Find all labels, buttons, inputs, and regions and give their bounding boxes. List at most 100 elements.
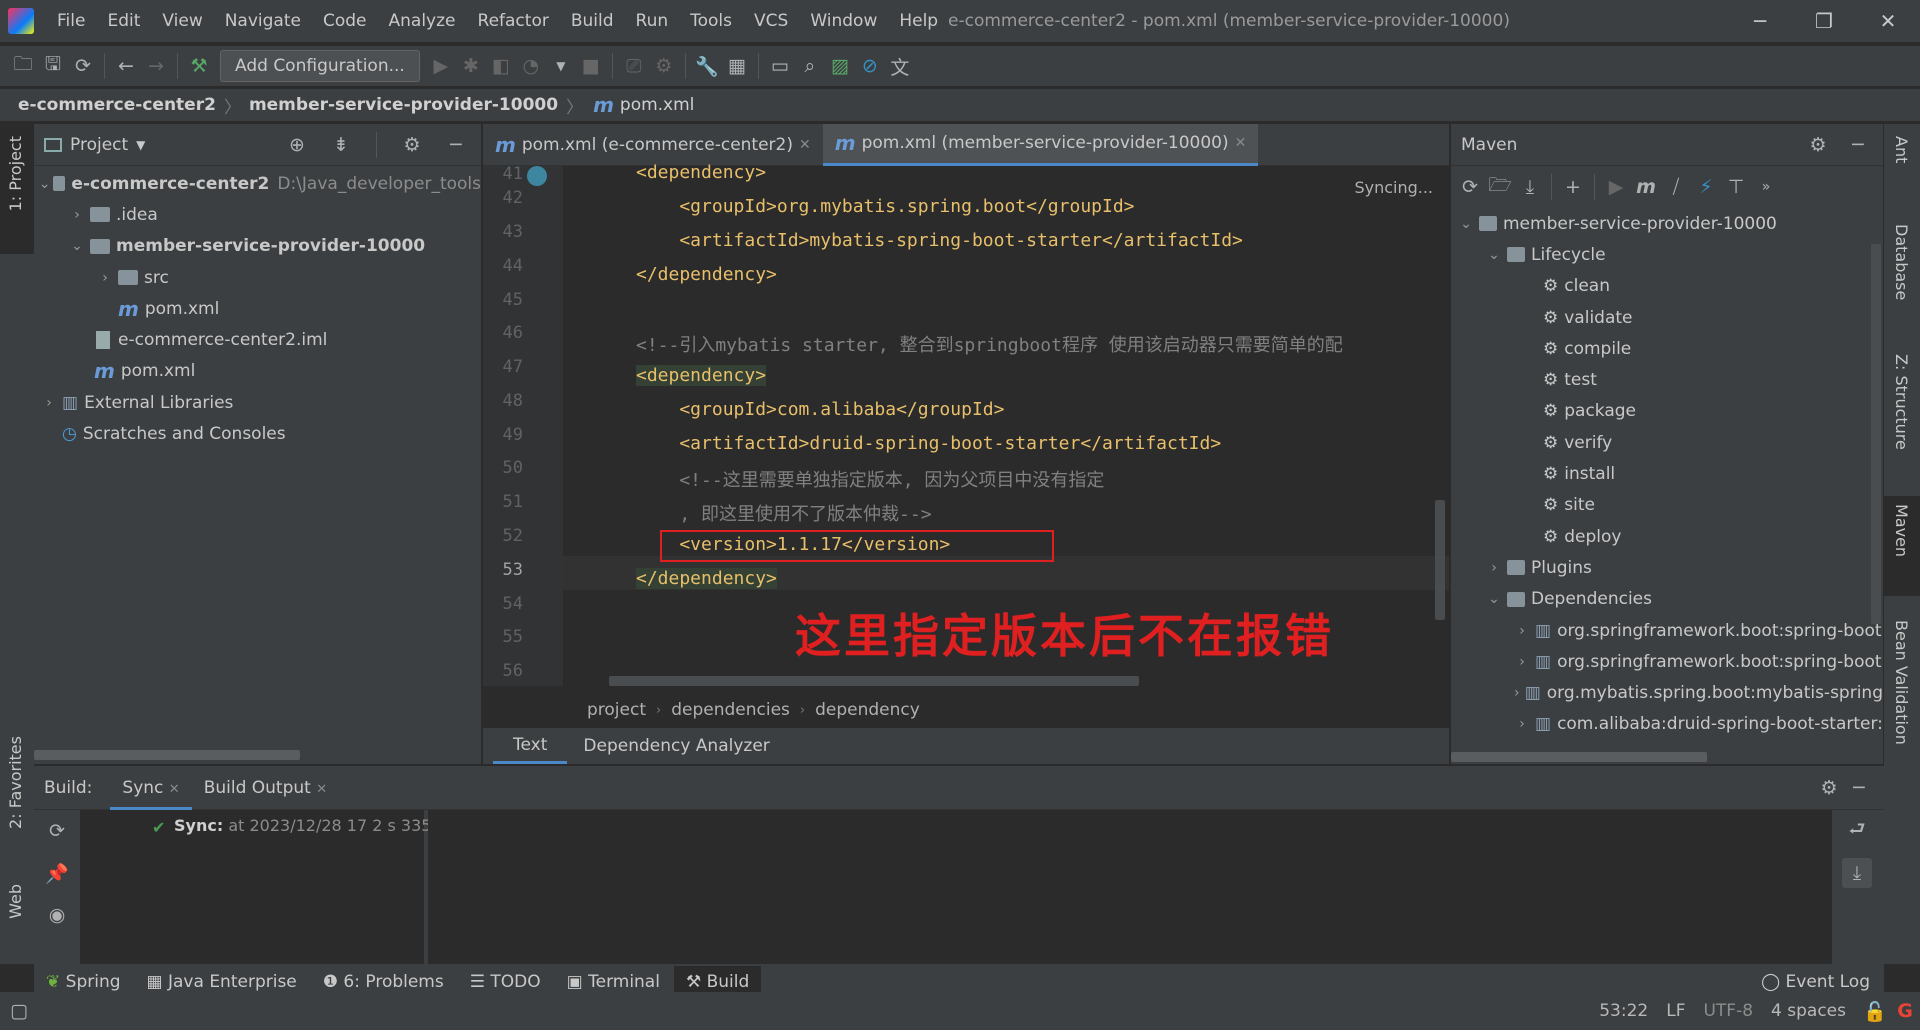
coverage-run-icon[interactable]: ⚙	[649, 51, 679, 81]
chevron-right-icon[interactable]: ›	[94, 270, 116, 286]
maven-goal-site[interactable]: ⚙ site	[1451, 490, 1883, 521]
back-icon[interactable]: ←	[111, 51, 141, 81]
gear-icon[interactable]: ⚙	[1803, 130, 1833, 160]
scroll-to-end-icon[interactable]: ⤓	[1842, 858, 1872, 888]
chevron-down-icon[interactable]: ⌄	[1455, 216, 1477, 232]
code-line[interactable]: <groupId>com.alibaba</groupId>	[636, 399, 1004, 420]
project-panel-title[interactable]: Project	[70, 135, 128, 155]
show-dependencies-icon[interactable]: ⊤	[1721, 172, 1751, 202]
menu-file[interactable]: File	[46, 0, 96, 42]
tab-text[interactable]: Text	[493, 728, 568, 764]
hide-icon[interactable]: ─	[1843, 130, 1873, 160]
tab-root-pom[interactable]: m pom.xml (e-commerce-center2) ✕	[483, 124, 823, 166]
open-folder-icon[interactable]: 🗀	[8, 51, 38, 81]
maven-dependency[interactable]: › ▥ org.springframework.boot:spring-boot	[1451, 615, 1883, 646]
build-hammer-icon[interactable]: ⚒	[184, 51, 214, 81]
translate-icon[interactable]: 文	[885, 51, 915, 81]
maven-goal-icon[interactable]: m	[1631, 172, 1661, 202]
code-line[interactable]: <artifactId>druid-spring-boot-starter</a…	[636, 433, 1221, 454]
chevron-right-icon[interactable]: ›	[66, 207, 88, 223]
gear-icon[interactable]: ⚙	[397, 130, 427, 160]
line-separator[interactable]: LF	[1666, 1001, 1685, 1021]
tree-item-external-libraries[interactable]: › ▥ External Libraries	[34, 387, 481, 418]
menu-build[interactable]: Build	[560, 0, 625, 42]
soft-wrap-icon[interactable]: ⮐	[1842, 816, 1872, 846]
code-line[interactable]: <artifactId>mybatis-spring-boot-starter<…	[636, 230, 1243, 251]
chevron-down-icon[interactable]: ⌄	[1483, 247, 1505, 263]
more-icon[interactable]: »	[1751, 172, 1781, 202]
attach-debugger-icon[interactable]: ⎚	[619, 51, 649, 81]
power-save-icon[interactable]: ⊘	[855, 51, 885, 81]
tree-item-module-pom[interactable]: m pom.xml	[34, 293, 481, 324]
close-icon[interactable]: ✕	[316, 782, 327, 797]
maven-dependency[interactable]: › ▥ com.alibaba:druid-spring-boot-starte…	[1451, 709, 1883, 740]
maven-sync-gutter-icon[interactable]	[527, 166, 547, 186]
file-encoding[interactable]: UTF-8	[1703, 1001, 1753, 1021]
sync-status-row[interactable]: Sync: at 2023/12/28 17 2 s 335 ms	[174, 816, 460, 835]
tab-ant[interactable]: Ant	[1892, 136, 1911, 163]
sync-icon[interactable]: ⟳	[68, 51, 98, 81]
maven-goal-install[interactable]: ⚙ install	[1451, 458, 1883, 489]
tab-build-output[interactable]: Build Output ✕	[192, 778, 339, 798]
chevron-down-icon[interactable]: ▼	[136, 138, 145, 152]
chevron-right-icon[interactable]: ›	[1511, 716, 1533, 732]
breadcrumb-item[interactable]: e-commerce-center2	[18, 95, 216, 115]
tree-item-root[interactable]: ⌄ e-commerce-center2 D:\Java_developer_t…	[34, 168, 481, 199]
tool-problems[interactable]: ❶ 6: Problems	[323, 972, 444, 992]
menu-analyze[interactable]: Analyze	[378, 0, 467, 42]
code-line-matched-tag[interactable]: </dependency>	[636, 568, 777, 589]
project-structure-icon[interactable]: ▦	[722, 51, 752, 81]
code-line[interactable]: <dependency>	[636, 162, 766, 183]
menu-tools[interactable]: Tools	[679, 0, 743, 42]
code-line-matched-tag[interactable]: <dependency>	[636, 365, 767, 386]
tab-maven[interactable]: Maven	[1892, 504, 1911, 557]
restore-icon[interactable]: ❐	[1792, 9, 1856, 33]
layout-icon[interactable]: ▢	[4, 996, 34, 1026]
maven-item-project[interactable]: ⌄ member-service-provider-10000	[1451, 208, 1883, 239]
menu-navigate[interactable]: Navigate	[214, 0, 312, 42]
maven-goal-clean[interactable]: ⚙ clean	[1451, 271, 1883, 302]
tab-database[interactable]: Database	[1892, 224, 1911, 300]
maven-item-plugins[interactable]: › Plugins	[1451, 552, 1883, 583]
menu-vcs[interactable]: VCS	[743, 0, 799, 42]
tab-module-pom[interactable]: m pom.xml (member-service-provider-10000…	[822, 123, 1259, 166]
chevron-right-icon[interactable]: ›	[1511, 685, 1523, 701]
tool-event-log[interactable]: ◯ Event Log	[1761, 972, 1870, 992]
hide-icon[interactable]: ─	[441, 130, 471, 160]
tab-sync[interactable]: Sync ✕	[110, 766, 192, 810]
forward-icon[interactable]: →	[141, 51, 171, 81]
save-icon[interactable]: 🖫	[38, 51, 68, 81]
breadcrumb-item[interactable]: pom.xml	[620, 95, 695, 115]
tree-item-iml[interactable]: e-commerce-center2.iml	[34, 324, 481, 355]
horizontal-scrollbar[interactable]	[609, 676, 1139, 686]
indent-setting[interactable]: 4 spaces	[1771, 1001, 1846, 1021]
hide-icon[interactable]: ─	[1844, 773, 1874, 803]
wrench-icon[interactable]: 🔧	[692, 51, 722, 81]
maven-goal-deploy[interactable]: ⚙ deploy	[1451, 521, 1883, 552]
menu-view[interactable]: View	[151, 0, 213, 42]
search-icon[interactable]: ⌕	[795, 51, 825, 81]
xml-crumb[interactable]: dependency	[815, 700, 920, 720]
reload-icon[interactable]: ⟳	[1455, 172, 1485, 202]
chevron-down-icon[interactable]: ⌄	[66, 238, 88, 254]
tab-favorites[interactable]: 2: Favorites	[6, 736, 25, 829]
google-icon[interactable]: G	[1890, 996, 1920, 1026]
menu-help[interactable]: Help	[888, 0, 949, 42]
chevron-right-icon[interactable]: ›	[38, 395, 60, 411]
maven-goal-verify[interactable]: ⚙ verify	[1451, 427, 1883, 458]
maven-goal-package[interactable]: ⚙ package	[1451, 396, 1883, 427]
code-comment-line[interactable]: <!--引入mybatis starter, 整合到springboot程序 使…	[636, 331, 1446, 357]
horizontal-scrollbar[interactable]	[34, 750, 300, 760]
add-configuration-button[interactable]: Add Configuration...	[220, 50, 420, 82]
debug-icon[interactable]: ✱	[456, 51, 486, 81]
horizontal-scrollbar[interactable]	[1451, 752, 1707, 762]
tool-spring[interactable]: ❦ Spring	[46, 972, 121, 992]
coverage-icon[interactable]: ◧	[486, 51, 516, 81]
tree-item-module[interactable]: ⌄ member-service-provider-10000	[34, 231, 481, 262]
chevron-down-icon[interactable]: ⌄	[38, 176, 51, 192]
run-icon[interactable]: ▶	[426, 51, 456, 81]
code-comment-line[interactable]: , 即这里使用不了版本仲裁-->	[636, 500, 931, 526]
tab-dependency-analyzer[interactable]: Dependency Analyzer	[567, 736, 785, 756]
profile-icon[interactable]: ◔	[516, 51, 546, 81]
close-icon[interactable]: ✕	[169, 782, 180, 797]
